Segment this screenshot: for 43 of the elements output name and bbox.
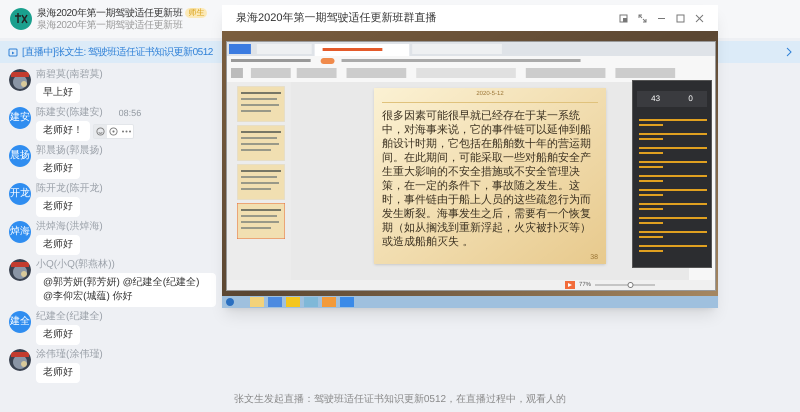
user-avatar: 开龙 xyxy=(9,183,31,205)
message-time: 08:56 xyxy=(118,107,142,119)
zoom-slider[interactable] xyxy=(595,282,655,288)
slide-text: 很多因素可能很早就已经存在于某一系统中，对海事来说，它的事件链可以延伸到船舶设计时期，它包括在船舶数十年的营运期间。在此期间，可能采取一些对船舶安全产生重大影响的不安全措施或不安全管理决策，在一定的条件下，事故随之发生。这时，事件链由于船上人员的这些疏忽行为而发生断裂。海事发生之后，需要有一个恢复期（如从搁浅到重新浮起，火灾被扑灭等）或造成船舶灭失 。 xyxy=(382,109,592,249)
message-bubble: 老师好 xyxy=(36,159,80,179)
play-icon[interactable] xyxy=(564,281,575,289)
message-bubble: 老师好 xyxy=(36,325,80,345)
user-avatar: 焯海 xyxy=(9,221,31,243)
user-avatar: 晨扬 xyxy=(9,145,31,167)
sender-name: 洪焯海(洪焯海) xyxy=(36,221,103,233)
sender-name: 纪建全(纪建全) xyxy=(36,311,103,323)
live-banner-text: [直播中]张文生: 驾驶班适任证书知识更新0512 xyxy=(22,46,213,60)
chevron-right-icon[interactable] xyxy=(786,47,792,57)
message-bubble: 老师好 xyxy=(36,197,80,217)
user-avatar: 建安 xyxy=(9,107,31,129)
sender-name: 小Q(小Q(郭燕林)) xyxy=(36,259,115,271)
sender-name: 涂伟瑾(涂伟瑾) xyxy=(36,349,103,361)
message-bubble: 老师好 xyxy=(36,235,80,255)
sender-name: 郭晨扬(郭晨扬) xyxy=(36,145,103,157)
group-logo-icon xyxy=(10,8,32,30)
member-tag: 师生 xyxy=(185,8,208,18)
system-notice: 张文生发起直播：驾驶班适任证书知识更新0512，在直播过程中，观看人的 xyxy=(234,393,566,406)
stat-value: 43 xyxy=(651,94,660,104)
group-subtitle: 泉海2020年第一期驾驶适任更新班 xyxy=(37,20,184,32)
user-avatar: 建全 xyxy=(9,311,31,333)
live-tv-icon xyxy=(8,47,18,57)
message-bubble: 早上好 xyxy=(36,83,80,103)
close-icon[interactable] xyxy=(695,14,704,22)
group-title: 泉海2020年第一期驾驶适任更新班 xyxy=(37,6,182,20)
message-bubble: 老师好 xyxy=(36,363,80,383)
sender-name: 陈开龙(陈开龙) xyxy=(36,183,103,195)
emoji-icon[interactable] xyxy=(94,124,107,138)
slide-thumbnail[interactable] xyxy=(237,203,285,239)
pin-icon[interactable] xyxy=(619,14,628,22)
slider-thumb[interactable] xyxy=(628,282,634,288)
sender-name: 南碧莫(南碧莫) xyxy=(36,69,103,81)
live-window-title: 泉海2020年第一期驾驶适任更新班群直播 xyxy=(236,10,436,26)
stat-value: 0 xyxy=(688,94,693,104)
maximize-icon[interactable] xyxy=(676,14,685,22)
message-bubble: 老师好！ xyxy=(36,121,90,141)
fullscreen-icon[interactable] xyxy=(638,14,647,22)
sender-name: 陈建安(陈建安) xyxy=(36,107,103,119)
message-bubble: @郭芳妍(郭芳妍) @纪建全(纪建全) @李仰宏(城蕴) 你好 xyxy=(36,273,216,307)
